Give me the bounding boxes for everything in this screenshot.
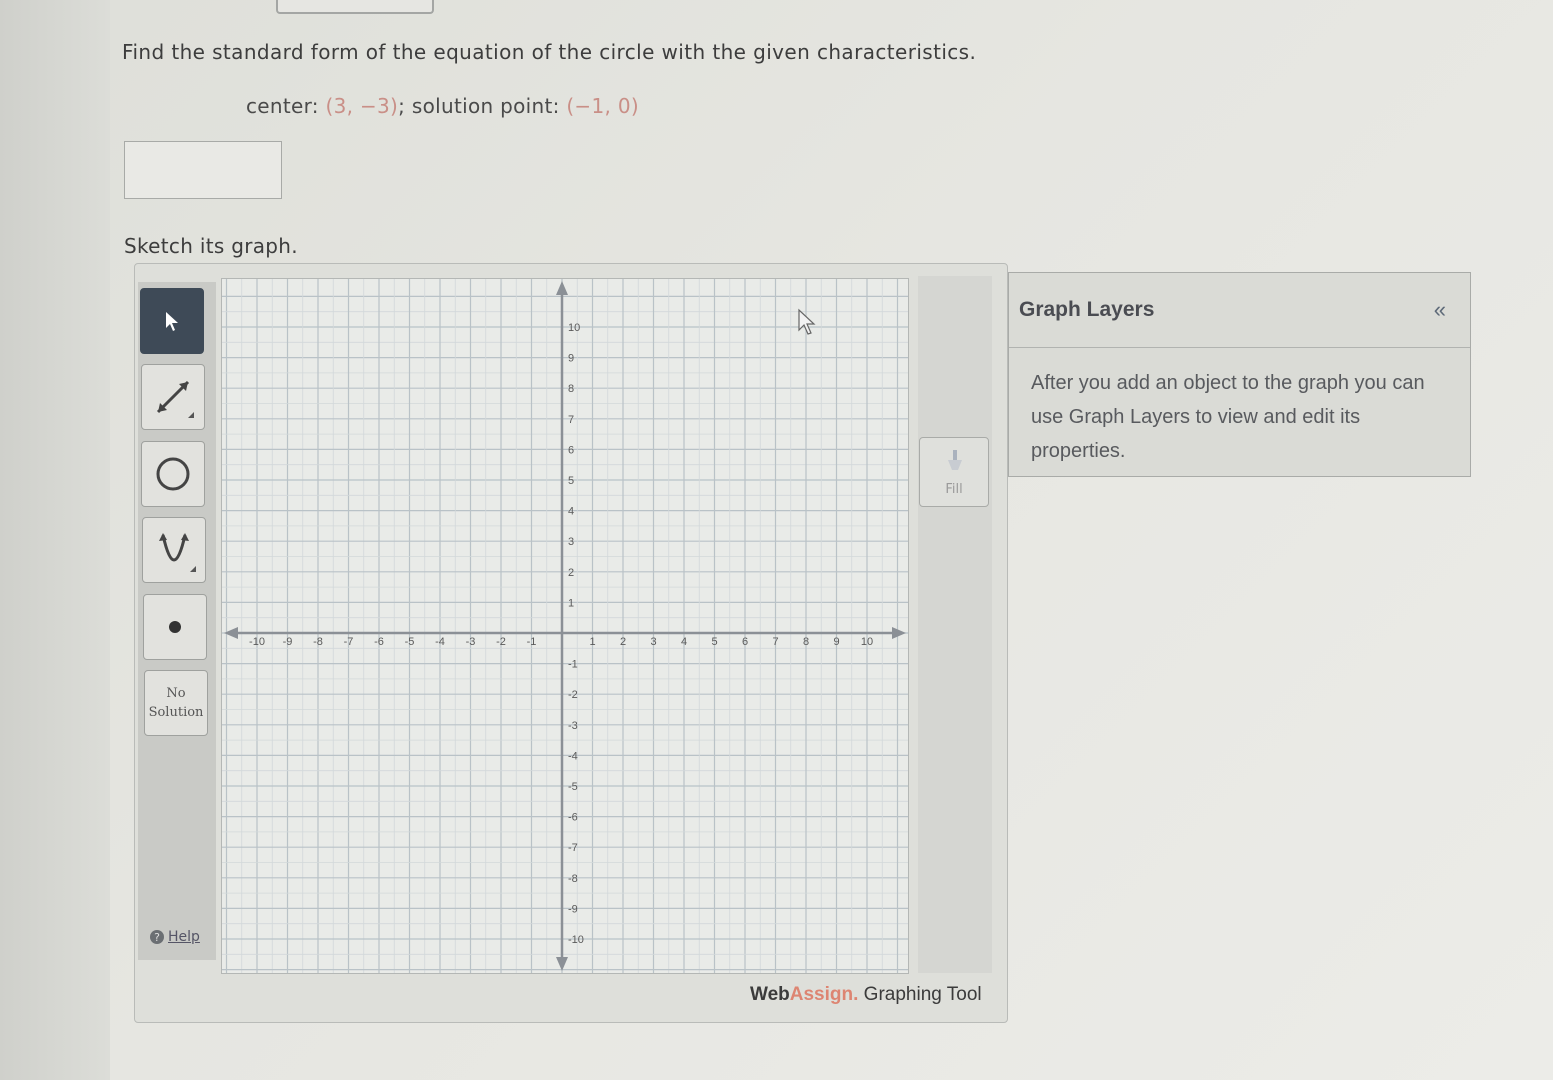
point-tool-button[interactable]: [143, 594, 207, 660]
y-tick-label: 5: [568, 475, 574, 487]
no-solution-button[interactable]: No Solution: [144, 670, 208, 736]
y-tick-label: 3: [568, 536, 574, 548]
solution-value: (−1, 0): [566, 94, 639, 118]
point-icon: [169, 621, 181, 633]
help-icon: ?: [150, 930, 164, 944]
help-link[interactable]: ? Help: [150, 929, 200, 945]
y-tick-label: 10: [568, 322, 580, 334]
brand-assign: Assign.: [789, 984, 859, 1005]
help-label: Help: [168, 929, 200, 945]
center-value: (3, −3): [325, 94, 399, 118]
center-label: center:: [246, 94, 319, 118]
y-tick-label: -1: [568, 659, 578, 671]
graph-canvas[interactable]: -10 -9 -8 -7 -6 -5 -4 -3 -2 -1 1 2 3 4 5 6 7 8 9 10 10 9 8 7 6 5 4…: [221, 278, 909, 974]
x-tick-label: -9: [283, 636, 293, 648]
sketch-prompt: Sketch its graph.: [124, 234, 298, 258]
x-tick-label: 9: [833, 636, 839, 648]
y-axis-top-arrow: [556, 281, 568, 295]
parabola-icon: [159, 533, 196, 572]
y-tick-label: 6: [568, 444, 574, 456]
line-segment-icon: [156, 380, 194, 418]
y-tick-label: -9: [568, 903, 578, 915]
circle-icon: [156, 457, 190, 491]
graph-layers-description: After you add an object to the graph you…: [1031, 372, 1425, 462]
graph-layers-title: Graph Layers: [1019, 298, 1155, 321]
x-tick-label: 1: [589, 636, 595, 648]
coordinate-grid[interactable]: -10 -9 -8 -7 -6 -5 -4 -3 -2 -1 1 2 3 4 5 6 7 8 9 10 10 9 8 7 6 5 4…: [222, 279, 908, 973]
x-tick-label: -5: [405, 636, 415, 648]
options-strip: [918, 276, 992, 973]
fill-button[interactable]: Fill: [919, 437, 989, 507]
x-tick-label: -8: [313, 636, 323, 648]
line-tool-button[interactable]: [141, 364, 205, 430]
solution-label: ; solution point:: [398, 94, 560, 118]
fill-label: Fill: [945, 482, 963, 497]
left-margin: [0, 0, 110, 1080]
no-solution-label-2: Solution: [148, 705, 204, 720]
arrow-cursor-icon: [166, 312, 178, 331]
webassign-branding: WebAssign. Graphing Tool: [750, 984, 982, 1006]
y-tick-label: -2: [568, 689, 578, 701]
x-tick-label: 3: [650, 636, 656, 648]
question-text: Find the standard form of the equation o…: [122, 40, 977, 64]
y-tick-label: -8: [568, 873, 578, 885]
given-characteristics: center: (3, −3); solution point: (−1, 0): [246, 94, 639, 118]
top-tab: [276, 0, 434, 14]
x-tick-label: -7: [344, 636, 354, 648]
x-tick-label: 7: [772, 636, 778, 648]
x-axis-right-arrow: [892, 627, 906, 639]
y-tick-label: -7: [568, 842, 578, 854]
x-tick-label: 5: [711, 636, 717, 648]
collapse-icon[interactable]: «: [1434, 297, 1446, 323]
y-tick-label: 9: [568, 353, 574, 365]
x-tick-label: -2: [496, 636, 506, 648]
x-tick-label: 8: [803, 636, 809, 648]
brand-tool: Graphing Tool: [858, 984, 982, 1005]
y-tick-label: 4: [568, 506, 574, 518]
y-tick-label: 2: [568, 567, 574, 579]
graph-layers-header: Graph Layers «: [1009, 273, 1470, 348]
pointer-tool-button[interactable]: [140, 288, 204, 354]
x-tick-label: 6: [742, 636, 748, 648]
paint-bucket-icon: [948, 450, 962, 470]
answer-input[interactable]: [124, 141, 282, 199]
x-tick-label: 4: [681, 636, 687, 648]
y-tick-label: -3: [568, 720, 578, 732]
x-tick-label: -1: [527, 636, 537, 648]
y-tick-label: -6: [568, 812, 578, 824]
y-tick-label: -5: [568, 781, 578, 793]
x-tick-label: 2: [620, 636, 626, 648]
y-axis-bottom-arrow: [556, 957, 568, 971]
x-tick-label: -3: [466, 636, 476, 648]
graph-layers-panel: Graph Layers « After you add an object t…: [1008, 272, 1471, 477]
parabola-tool-button[interactable]: [142, 517, 206, 583]
no-solution-label-1: No: [166, 686, 186, 701]
mouse-cursor-icon: [798, 308, 816, 335]
brand-web: Web: [750, 984, 790, 1005]
x-tick-label: -6: [374, 636, 384, 648]
y-tick-label: 7: [568, 414, 574, 426]
x-tick-label: 10: [861, 636, 873, 648]
y-tick-label: 1: [568, 597, 574, 609]
y-tick-label: -4: [568, 750, 578, 762]
circle-tool-button[interactable]: [141, 441, 205, 507]
x-tick-label: -10: [249, 636, 265, 648]
y-tick-label: -10: [568, 934, 584, 946]
y-tick-label: 8: [568, 383, 574, 395]
x-tick-label: -4: [435, 636, 445, 648]
